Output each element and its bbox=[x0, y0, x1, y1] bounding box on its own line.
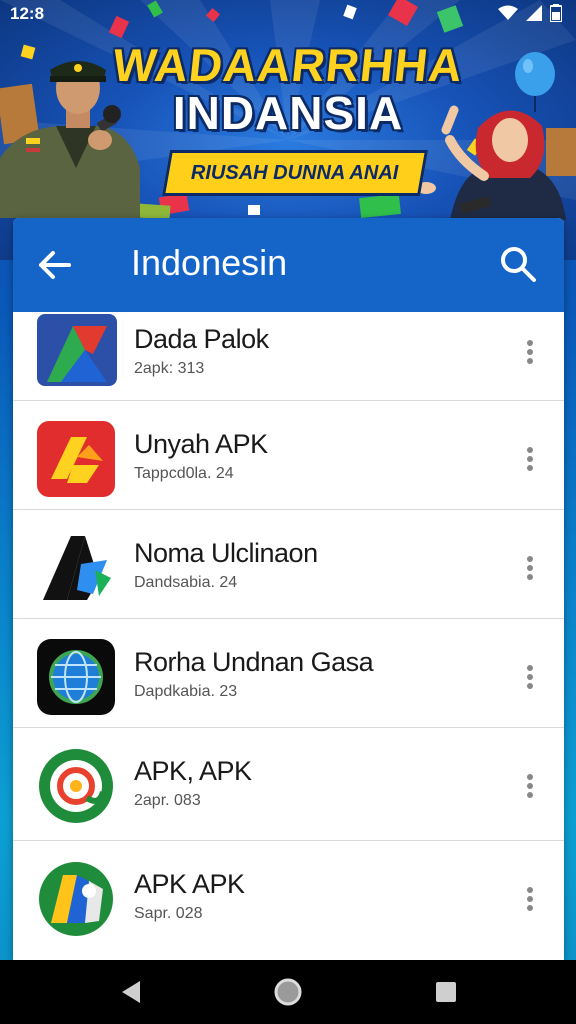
more-vert-icon[interactable] bbox=[526, 556, 534, 580]
list-item[interactable]: APK, APK 2apr. 083 bbox=[13, 728, 564, 841]
app-name: APK, APK bbox=[134, 756, 252, 786]
app-name: Unyah APK bbox=[134, 429, 268, 459]
app-meta: Dandsabia. 24 bbox=[134, 574, 238, 591]
more-vert-icon[interactable] bbox=[526, 340, 534, 364]
app-meta: 2apr. 083 bbox=[134, 792, 201, 809]
status-bar: 12:8 bbox=[0, 0, 576, 28]
list-item[interactable]: Noma Ulclinaon Dandsabia. 24 bbox=[13, 510, 564, 619]
home-circle-icon[interactable] bbox=[272, 976, 304, 1008]
banner-title-line2: INDANSIA bbox=[172, 87, 404, 139]
confetti bbox=[248, 205, 260, 215]
battery-icon bbox=[550, 4, 562, 22]
list-item[interactable]: Dada Palok 2apk: 313 bbox=[13, 312, 564, 401]
app-name: Dada Palok bbox=[134, 324, 269, 354]
recents-square-icon[interactable] bbox=[430, 976, 462, 1008]
arrow-left-icon[interactable] bbox=[35, 245, 75, 285]
app-meta: 2apk: 313 bbox=[134, 360, 205, 377]
status-icons bbox=[498, 4, 562, 22]
app-meta: Dapdkabia. 23 bbox=[134, 683, 238, 700]
system-navigation-bar bbox=[0, 960, 576, 1024]
search-icon[interactable] bbox=[498, 244, 538, 284]
banner-ribbon-text: RIUSAH DUNNA ANAI bbox=[191, 161, 399, 184]
confetti bbox=[359, 193, 401, 219]
banner-title-line1: WADAARRHHA bbox=[110, 39, 466, 91]
list-item[interactable]: Unyah APK Tappcd0la. 24 bbox=[13, 401, 564, 510]
wifi-icon bbox=[498, 5, 518, 20]
more-vert-icon[interactable] bbox=[526, 665, 534, 689]
more-vert-icon[interactable] bbox=[526, 447, 534, 471]
app-list: Dada Palok 2apk: 313 Unyah APK Tappcd0la… bbox=[13, 312, 564, 953]
globe-app-icon bbox=[37, 639, 115, 715]
status-time: 12:8 bbox=[10, 4, 45, 23]
green-circle-app-icon bbox=[39, 749, 113, 823]
app-name: APK APK bbox=[134, 869, 245, 899]
more-vert-icon[interactable] bbox=[526, 774, 534, 798]
app-meta: Tappcd0la. 24 bbox=[134, 465, 234, 482]
banner-ribbon: RIUSAH DUNNA ANAI bbox=[161, 150, 429, 196]
app-name: Rorha Undnan Gasa bbox=[134, 647, 374, 677]
red-arrow-app-icon bbox=[37, 421, 115, 497]
maps-style-app-icon bbox=[39, 862, 113, 936]
app-list-card: Indonesin Dada Palok 2apk: 313 Unyah APK… bbox=[13, 218, 564, 960]
app-meta: Sapr. 028 bbox=[134, 905, 203, 922]
app-bar: Indonesin bbox=[13, 218, 564, 312]
back-triangle-icon[interactable] bbox=[116, 976, 148, 1008]
app-bar-title: Indonesin bbox=[131, 242, 288, 283]
list-item[interactable]: APK APK Sapr. 028 bbox=[13, 841, 564, 953]
more-vert-icon[interactable] bbox=[526, 887, 534, 911]
google-drive-style-icon bbox=[37, 314, 117, 386]
signal-icon bbox=[526, 5, 542, 21]
black-a-logo-icon bbox=[43, 536, 111, 600]
app-name: Noma Ulclinaon bbox=[134, 538, 318, 568]
list-item[interactable]: Rorha Undnan Gasa Dapdkabia. 23 bbox=[13, 619, 564, 728]
